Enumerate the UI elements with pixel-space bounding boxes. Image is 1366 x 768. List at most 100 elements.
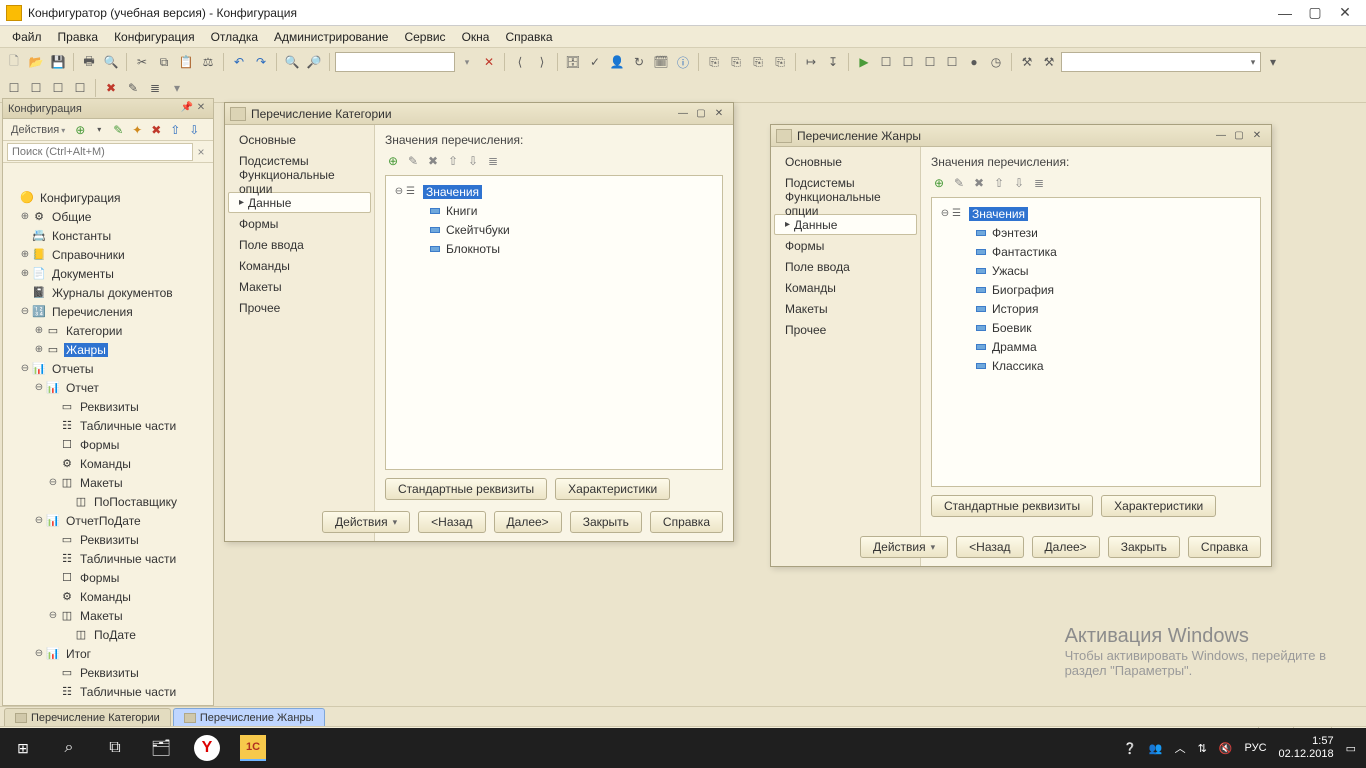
search-clear-icon[interactable]: ×: [193, 145, 209, 159]
close-button[interactable]: Закрыть: [1108, 536, 1180, 558]
start-button[interactable]: ⊞: [0, 728, 46, 768]
step-icon[interactable]: ↦: [801, 52, 821, 72]
tree-node[interactable]: 📓Журналы документов: [5, 283, 211, 302]
value-delete-icon[interactable]: ✖: [971, 175, 987, 191]
value-down-icon[interactable]: ⇩: [1011, 175, 1027, 191]
calendar-icon[interactable]: 🗓: [651, 52, 671, 72]
value-add-icon[interactable]: ⊕: [931, 175, 947, 191]
clock2-icon[interactable]: ◷: [986, 52, 1006, 72]
enum-value-item[interactable]: Ужасы: [938, 261, 1254, 280]
proc2-icon[interactable]: ⎘: [726, 52, 746, 72]
paste-icon[interactable]: 📋: [176, 52, 196, 72]
actions-button[interactable]: Действия: [860, 536, 948, 558]
mdi-close-button[interactable]: ✕: [710, 106, 728, 122]
panel-close-icon[interactable]: ✕: [194, 102, 208, 116]
save-icon[interactable]: 💾: [48, 52, 68, 72]
volume-tray-icon[interactable]: 🔇: [1219, 742, 1233, 755]
tree-node[interactable]: ◫ПоПоставщику: [5, 492, 211, 511]
move-down-icon[interactable]: ⇩: [186, 122, 202, 138]
enum-value-item[interactable]: Драмма: [938, 337, 1254, 356]
tree-node[interactable]: ☷Табличные части: [5, 416, 211, 435]
bookmark3-icon[interactable]: ☐: [48, 78, 68, 98]
db-icon[interactable]: 🗄: [563, 52, 583, 72]
enum-tab[interactable]: Основные: [228, 129, 371, 150]
proc-icon[interactable]: ⎘: [704, 52, 724, 72]
back-button[interactable]: <Назад: [418, 511, 485, 533]
syntax-icon[interactable]: ✓: [585, 52, 605, 72]
help-tray-icon[interactable]: ❔: [1123, 742, 1137, 755]
mdi-titlebar[interactable]: Перечисление Категории — ▢ ✕: [225, 103, 733, 125]
enum-tab[interactable]: Поле ввода: [228, 234, 371, 255]
enum-value-item[interactable]: Биография: [938, 280, 1254, 299]
characteristics-button[interactable]: Характеристики: [555, 478, 670, 500]
window-minimize-button[interactable]: —: [1270, 2, 1300, 24]
copy-icon[interactable]: ⧉: [154, 52, 174, 72]
new-icon[interactable]: 🗋: [4, 52, 24, 72]
tree-node[interactable]: ⊕⚙Общие: [5, 207, 211, 226]
analyze-icon[interactable]: ✎: [123, 78, 143, 98]
clock-icon[interactable]: ↻: [629, 52, 649, 72]
undo-icon[interactable]: ↶: [229, 52, 249, 72]
enum-tab[interactable]: Формы: [228, 213, 371, 234]
characteristics-button[interactable]: Характеристики: [1101, 495, 1216, 517]
next-button[interactable]: Далее>: [494, 511, 562, 533]
bookmark2-icon[interactable]: ☐: [26, 78, 46, 98]
value-down-icon[interactable]: ⇩: [465, 153, 481, 169]
tree-node[interactable]: ☷Табличные части: [5, 682, 211, 701]
form4-icon[interactable]: ☐: [942, 52, 962, 72]
values-root[interactable]: ⊖☰Значения: [392, 182, 716, 201]
menu-help[interactable]: Справка: [499, 28, 558, 46]
tree-node[interactable]: ☐Формы: [5, 435, 211, 454]
preview-icon[interactable]: 🔍: [101, 52, 121, 72]
enum-tab[interactable]: Прочее: [774, 319, 917, 340]
tree-node[interactable]: ⊖📊Отчеты: [5, 359, 211, 378]
actions-button[interactable]: Действия: [322, 511, 410, 533]
mdi-maximize-button[interactable]: ▢: [692, 106, 710, 122]
tree-node[interactable]: ⊕📒Справочники: [5, 245, 211, 264]
edit-icon[interactable]: ✎: [110, 122, 126, 138]
tree-node[interactable]: ⊖📊Итог: [5, 644, 211, 663]
tray-clock[interactable]: 1:57 02.12.2018: [1279, 735, 1334, 761]
window-maximize-button[interactable]: ▢: [1300, 2, 1330, 24]
close-button[interactable]: Закрыть: [570, 511, 642, 533]
bookmark-icon[interactable]: ☐: [4, 78, 24, 98]
tree-node[interactable]: ⊖◫Макеты: [5, 606, 211, 625]
redo-icon[interactable]: ↷: [251, 52, 271, 72]
tree-node[interactable]: ⊖◫Макеты: [5, 473, 211, 492]
value-sort-icon[interactable]: ≣: [1031, 175, 1047, 191]
std-requisites-button[interactable]: Стандартные реквизиты: [931, 495, 1093, 517]
tray-chevron-icon[interactable]: ︿: [1175, 740, 1186, 756]
bp-icon[interactable]: ●: [964, 52, 984, 72]
mdi-minimize-button[interactable]: —: [1212, 128, 1230, 144]
add-icon[interactable]: ⊕: [72, 122, 88, 138]
enum-value-item[interactable]: История: [938, 299, 1254, 318]
info-icon[interactable]: ⓘ: [673, 52, 693, 72]
values-list[interactable]: ⊖☰Значения КнигиСкейтчбукиБлокноты: [385, 175, 723, 470]
run-icon[interactable]: ▶: [854, 52, 874, 72]
values-root[interactable]: ⊖☰Значения: [938, 204, 1254, 223]
enum-value-item[interactable]: Книги: [392, 201, 716, 220]
network-tray-icon[interactable]: ⇅: [1198, 742, 1207, 755]
tree-node[interactable]: ◫ПоДате: [5, 625, 211, 644]
enum-value-item[interactable]: Боевик: [938, 318, 1254, 337]
enum-tab[interactable]: Формы: [774, 235, 917, 256]
enum-value-item[interactable]: Фантастика: [938, 242, 1254, 261]
menu-windows[interactable]: Окна: [456, 28, 496, 46]
tree-node[interactable]: ⊕📄Документы: [5, 264, 211, 283]
window-close-button[interactable]: ✕: [1330, 2, 1360, 24]
tool1-icon[interactable]: ⚒: [1017, 52, 1037, 72]
menu-file[interactable]: Файл: [6, 28, 48, 46]
form3-icon[interactable]: ☐: [920, 52, 940, 72]
add-sub-icon[interactable]: ▾: [91, 122, 107, 138]
value-edit-icon[interactable]: ✎: [951, 175, 967, 191]
mdi-titlebar[interactable]: Перечисление Жанры — ▢ ✕: [771, 125, 1271, 147]
form2-icon[interactable]: ☐: [898, 52, 918, 72]
explorer-icon[interactable]: 🗂: [138, 728, 184, 768]
mdi-minimize-button[interactable]: —: [674, 106, 692, 122]
task-view-icon[interactable]: ⧉: [92, 728, 138, 768]
tree-node[interactable]: ☐Формы: [5, 568, 211, 587]
form1-icon[interactable]: ☐: [876, 52, 896, 72]
nav-fwd-icon[interactable]: ⟩: [532, 52, 552, 72]
value-edit-icon[interactable]: ✎: [405, 153, 421, 169]
tree-node[interactable]: ⊕▭Категории: [5, 321, 211, 340]
